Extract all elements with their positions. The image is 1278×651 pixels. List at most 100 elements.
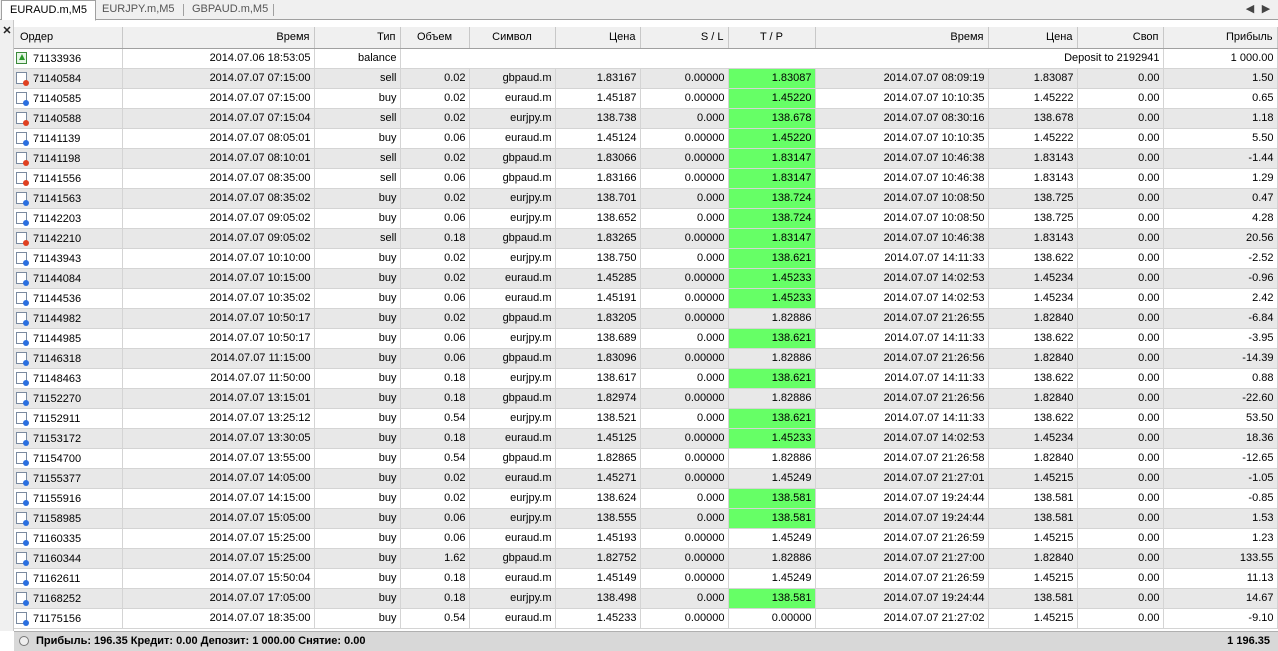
- table-row[interactable]: 71140588 2014.07.07 07:15:04 sell 0.02 eurjp…: [14, 108, 1278, 129]
- close-time: 2014.07.07 21:27:02: [815, 608, 989, 629]
- volume: 0.02: [400, 248, 470, 269]
- profit: 1.53: [1163, 508, 1278, 529]
- volume: 1.62: [400, 548, 470, 569]
- swap: 0.00: [1077, 488, 1164, 509]
- order-type: buy: [314, 408, 401, 429]
- order-type: buy: [314, 528, 401, 549]
- table-row[interactable]: 71142203 2014.07.07 09:05:02 buy 0.06 eurjpy…: [14, 208, 1278, 229]
- take-profit: 1.82886: [728, 548, 816, 569]
- column-header-type[interactable]: Тип: [314, 27, 401, 49]
- table-row[interactable]: 71152270 2014.07.07 13:15:01 buy 0.18 gbpaud…: [14, 388, 1278, 409]
- profit: -14.39: [1163, 348, 1278, 369]
- close-price: 1.45234: [988, 288, 1078, 309]
- volume: 0.02: [400, 188, 470, 209]
- chevron-right-icon[interactable]: ▶: [1259, 1, 1273, 18]
- buy-order-icon: [16, 471, 29, 486]
- column-header-order[interactable]: Ордер: [14, 27, 123, 49]
- volume: 0.02: [400, 88, 470, 109]
- table-row[interactable]: 71141563 2014.07.07 08:35:02 buy 0.02 eurjpy…: [14, 188, 1278, 209]
- table-row[interactable]: 71148463 2014.07.07 11:50:00 buy 0.18 eurjpy…: [14, 368, 1278, 389]
- buy-order-icon: [16, 91, 29, 106]
- open-price: 1.83167: [555, 68, 641, 89]
- column-header-close-price[interactable]: Цена: [988, 27, 1078, 49]
- column-header-close-time[interactable]: Время: [815, 27, 989, 49]
- volume: 0.18: [400, 428, 470, 449]
- column-header-sl[interactable]: S / L: [640, 27, 729, 49]
- close-price: 138.725: [988, 188, 1078, 209]
- volume: 0.02: [400, 108, 470, 129]
- table-row[interactable]: 71141198 2014.07.07 08:10:01 sell 0.02 gbpau…: [14, 148, 1278, 169]
- stop-loss: 0.00000: [640, 528, 729, 549]
- account-history-table: Ордер Время Тип Объем Символ Цена S / L …: [14, 27, 1278, 629]
- table-row[interactable]: 71175156 2014.07.07 18:35:00 buy 0.54 euraud…: [14, 608, 1278, 629]
- take-profit: 1.82886: [728, 448, 816, 469]
- table-row[interactable]: 71144982 2014.07.07 10:50:17 buy 0.02 gbpaud…: [14, 308, 1278, 329]
- tab-gbpaud[interactable]: GBPAUD.m,M5: [184, 0, 276, 20]
- tab-eurjpy[interactable]: EURJPY.m,M5: [94, 0, 183, 20]
- buy-order-icon: [16, 311, 29, 326]
- stop-loss: 0.00000: [640, 168, 729, 189]
- column-header-profit[interactable]: Прибыль: [1163, 27, 1278, 49]
- table-row[interactable]: 71155916 2014.07.07 14:15:00 buy 0.02 eurjpy…: [14, 488, 1278, 509]
- table-row[interactable]: 71152911 2014.07.07 13:25:12 buy 0.54 eurjpy…: [14, 408, 1278, 429]
- open-time: 2014.07.07 18:35:00: [122, 608, 315, 629]
- volume: 0.02: [400, 308, 470, 329]
- table-row[interactable]: 71160344 2014.07.07 15:25:00 buy 1.62 gbpaud…: [14, 548, 1278, 569]
- table-row[interactable]: 71155377 2014.07.07 14:05:00 buy 0.02 euraud…: [14, 468, 1278, 489]
- volume: 0.06: [400, 528, 470, 549]
- open-time: 2014.07.07 10:50:17: [122, 328, 315, 349]
- order-number: 71146318: [33, 352, 82, 365]
- swap: 0.00: [1077, 368, 1164, 389]
- table-row[interactable]: 71141556 2014.07.07 08:35:00 sell 0.06 gbpau…: [14, 168, 1278, 189]
- stop-loss: 0.00000: [640, 68, 729, 89]
- open-price: 138.738: [555, 108, 641, 129]
- open-time: 2014.07.07 10:35:02: [122, 288, 315, 309]
- close-time: 2014.07.07 14:02:53: [815, 288, 989, 309]
- close-icon[interactable]: ✕: [1, 25, 13, 37]
- tab-euraud[interactable]: EURAUD.m,M5: [1, 0, 97, 21]
- swap: 0.00: [1077, 88, 1164, 109]
- symbol: eurjpy.m: [469, 508, 556, 529]
- profit: -0.85: [1163, 488, 1278, 509]
- order-type: sell: [314, 108, 401, 129]
- close-time: 2014.07.07 14:02:53: [815, 428, 989, 449]
- table-row[interactable]: 71140584 2014.07.07 07:15:00 sell 0.02 gbpau…: [14, 68, 1278, 89]
- table-row-balance[interactable]: 71133936 2014.07.06 18:53:05 balance Dep…: [14, 48, 1278, 69]
- table-row[interactable]: 71160335 2014.07.07 15:25:00 buy 0.06 euraud…: [14, 528, 1278, 549]
- table-row[interactable]: 71140585 2014.07.07 07:15:00 buy 0.02 euraud…: [14, 88, 1278, 109]
- column-header-tp[interactable]: T / P: [728, 27, 816, 49]
- open-time: 2014.07.07 14:15:00: [122, 488, 315, 509]
- table-row[interactable]: 71158985 2014.07.07 15:05:00 buy 0.06 eurjpy…: [14, 508, 1278, 529]
- close-price: 138.622: [988, 408, 1078, 429]
- close-time: 2014.07.07 19:24:44: [815, 488, 989, 509]
- table-row[interactable]: 71144536 2014.07.07 10:35:02 buy 0.06 euraud…: [14, 288, 1278, 309]
- close-price: 1.82840: [988, 308, 1078, 329]
- table-row[interactable]: 71141139 2014.07.07 08:05:01 buy 0.06 euraud…: [14, 128, 1278, 149]
- column-header-open-price[interactable]: Цена: [555, 27, 641, 49]
- swap: 0.00: [1077, 128, 1164, 149]
- tab-bar: EURAUD.m,M5 EURJPY.m,M5 GBPAUD.m,M5 ◀ ▶: [0, 0, 1278, 21]
- swap: 0.00: [1077, 228, 1164, 249]
- table-row[interactable]: 71142210 2014.07.07 09:05:02 sell 0.18 gbpau…: [14, 228, 1278, 249]
- column-header-volume[interactable]: Объем: [400, 27, 470, 49]
- column-header-swap[interactable]: Своп: [1077, 27, 1164, 49]
- symbol: euraud.m: [469, 608, 556, 629]
- table-row[interactable]: 71143943 2014.07.07 10:10:00 buy 0.02 eurjpy…: [14, 248, 1278, 269]
- table-row[interactable]: 71144084 2014.07.07 10:15:00 buy 0.02 euraud…: [14, 268, 1278, 289]
- table-row[interactable]: 71144985 2014.07.07 10:50:17 buy 0.06 eurjpy…: [14, 328, 1278, 349]
- stop-loss: 0.00000: [640, 548, 729, 569]
- column-header-open-time[interactable]: Время: [122, 27, 315, 49]
- column-header-symbol[interactable]: Символ: [469, 27, 556, 49]
- table-row[interactable]: 71162611 2014.07.07 15:50:04 buy 0.18 euraud…: [14, 568, 1278, 589]
- open-time: 2014.07.07 11:15:00: [122, 348, 315, 369]
- open-time: 2014.07.07 11:50:00: [122, 368, 315, 389]
- symbol: gbpaud.m: [469, 168, 556, 189]
- table-row[interactable]: 71146318 2014.07.07 11:15:00 buy 0.06 gbpaud…: [14, 348, 1278, 369]
- sell-order-icon: [16, 231, 29, 246]
- close-price: 138.581: [988, 588, 1078, 609]
- chevron-left-icon[interactable]: ◀: [1243, 1, 1257, 18]
- open-price: 1.45149: [555, 568, 641, 589]
- table-row[interactable]: 71154700 2014.07.07 13:55:00 buy 0.54 gbpaud…: [14, 448, 1278, 469]
- table-row[interactable]: 71153172 2014.07.07 13:30:05 buy 0.18 euraud…: [14, 428, 1278, 449]
- table-row[interactable]: 71168252 2014.07.07 17:05:00 buy 0.18 eurjpy…: [14, 588, 1278, 609]
